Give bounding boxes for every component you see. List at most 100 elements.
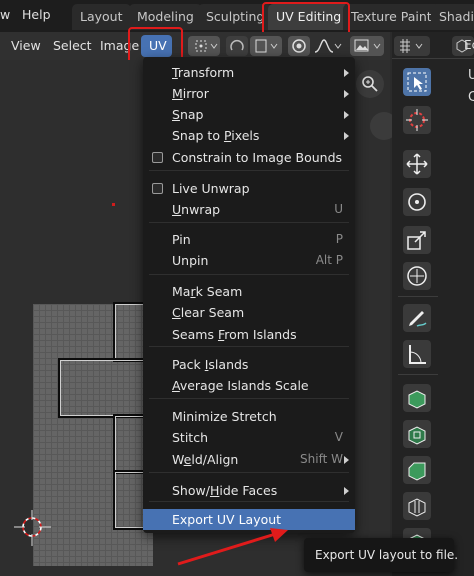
menu-item-label: Live Unwrap — [172, 181, 250, 196]
sync-selection-toggle[interactable] — [226, 36, 248, 56]
falloff-dropdown[interactable] — [312, 36, 342, 56]
rotate-tool[interactable] — [403, 188, 431, 216]
menu-item-label: Pin — [172, 232, 191, 247]
menu-separator — [149, 472, 349, 473]
checkbox[interactable] — [152, 152, 163, 163]
cursor-tool[interactable] — [403, 106, 431, 134]
loop-cut-tool[interactable] — [403, 492, 431, 520]
select-menu[interactable]: Select — [53, 38, 92, 53]
tab-texture-paint[interactable]: Texture Paint — [343, 4, 440, 30]
view-menu[interactable]: View — [11, 38, 41, 53]
menu-item-label: Snap to Pixels — [172, 128, 260, 143]
pivot-dropdown[interactable] — [188, 36, 220, 56]
menu-item-transform[interactable]: Transform — [143, 62, 355, 83]
menu-separator — [149, 501, 349, 502]
menu-item-label: Unwrap — [172, 202, 221, 217]
select-box-icon — [407, 72, 427, 92]
menu-item-mark-seam[interactable]: Mark Seam — [143, 281, 355, 302]
submenu-arrow-icon — [344, 456, 349, 464]
annotate-tool[interactable] — [403, 304, 431, 332]
window-menu[interactable]: w — [0, 7, 10, 22]
extrude-icon — [408, 390, 426, 409]
zoom-button[interactable] — [356, 70, 384, 98]
menu-item-constrain-to-image-bounds[interactable]: Constrain to Image Bounds — [143, 147, 355, 168]
annotation-arrow-icon — [177, 528, 288, 566]
submenu-arrow-icon — [344, 111, 349, 119]
partial-letter-u: U — [468, 68, 474, 83]
tab-layout[interactable]: Layout — [72, 4, 131, 30]
transform-icon — [407, 266, 427, 286]
menu-item-average-islands-scale[interactable]: Average Islands Scale — [143, 375, 355, 396]
proportional-edit-toggle[interactable] — [288, 36, 310, 56]
menu-item-label: Show/Hide Faces — [172, 483, 278, 498]
checkbox[interactable] — [152, 183, 163, 194]
editor-type-dropdown[interactable] — [394, 36, 430, 56]
menu-item-label: Unpin — [172, 253, 209, 268]
menu-item-label: Weld/Align — [172, 452, 239, 467]
menu-item-label: Minimize Stretch — [172, 409, 277, 424]
sync-icon — [230, 40, 244, 51]
scale-icon — [407, 231, 426, 250]
image-icon — [354, 39, 381, 52]
help-menu[interactable]: Help — [22, 7, 51, 22]
menu-item-unwrap[interactable]: Unwrap U — [143, 199, 355, 220]
menu-item-mirror[interactable]: Mirror — [143, 83, 355, 104]
menu-item-unpin[interactable]: Unpin Alt P — [143, 250, 355, 271]
menu-item-label: Transform — [172, 65, 235, 80]
partial-letter-c: C — [468, 90, 474, 105]
extrude-tool[interactable] — [403, 384, 431, 412]
submenu-arrow-icon — [344, 132, 349, 140]
menu-item-minimize-stretch[interactable]: Minimize Stretch — [143, 406, 355, 427]
menu-item-clear-seam[interactable]: Clear Seam — [143, 302, 355, 323]
inset-icon — [408, 426, 426, 445]
scale-tool[interactable] — [403, 226, 431, 254]
measure-ruler-icon — [409, 345, 426, 364]
menu-item-weld-align[interactable]: Weld/Align Shift W — [143, 449, 355, 470]
menu-item-show-hide-faces[interactable]: Show/Hide Faces — [143, 480, 355, 501]
menu-item-label: Stitch — [172, 430, 209, 445]
menu-item-label: Mark Seam — [172, 284, 243, 299]
red-dot-marker — [112, 203, 115, 206]
shortcut-label: Shift W — [300, 452, 343, 466]
menu-item-label: Mirror — [172, 86, 209, 101]
measure-tool[interactable] — [403, 340, 431, 368]
uv-island-face — [58, 358, 151, 418]
inset-tool[interactable] — [403, 420, 431, 448]
menu-item-snap-to-pixels[interactable]: Snap to Pixels — [143, 125, 355, 146]
2d-cursor-icon — [14, 510, 51, 546]
menu-item-pack-islands[interactable]: Pack Islands — [143, 354, 355, 375]
partial-label: Ec — [464, 38, 474, 52]
submenu-arrow-icon — [344, 487, 349, 495]
menu-separator — [149, 274, 349, 275]
select-mode-icon — [255, 39, 278, 53]
shortcut-label: Alt P — [315, 253, 343, 267]
select-mode-dropdown[interactable] — [250, 36, 282, 56]
menu-item-live-unwrap[interactable]: Live Unwrap — [143, 178, 355, 199]
image-browse-dropdown[interactable] — [350, 36, 384, 56]
zoom-icon — [362, 76, 378, 92]
bevel-icon — [408, 462, 426, 481]
menu-separator — [149, 222, 349, 223]
transform-tool[interactable] — [403, 262, 431, 290]
menu-item-label: Constrain to Image Bounds — [172, 150, 343, 165]
select-box-tool[interactable] — [403, 68, 431, 96]
grid-icon — [400, 39, 423, 53]
menu-item-stitch[interactable]: Stitch V — [143, 427, 355, 448]
tool-divider — [398, 296, 438, 297]
menu-item-label: Clear Seam — [172, 305, 245, 320]
menu-item-seams-from-islands[interactable]: Seams From Islands — [143, 324, 355, 345]
move-tool[interactable] — [403, 150, 431, 178]
pivot-icon — [195, 40, 218, 52]
move-icon — [406, 153, 428, 175]
menu-item-snap[interactable]: Snap — [143, 104, 355, 125]
tab-shading[interactable]: Shadin — [431, 4, 474, 30]
submenu-arrow-icon — [344, 69, 349, 77]
loop-cut-icon — [408, 498, 426, 517]
tool-divider — [398, 374, 438, 375]
menu-item-label: Pack Islands — [172, 357, 249, 372]
menu-item-label: Seams From Islands — [172, 327, 297, 342]
menu-item-pin[interactable]: Pin P — [143, 229, 355, 250]
shortcut-label: V — [334, 430, 343, 444]
cursor-icon — [406, 109, 428, 131]
bevel-tool[interactable] — [403, 456, 431, 484]
